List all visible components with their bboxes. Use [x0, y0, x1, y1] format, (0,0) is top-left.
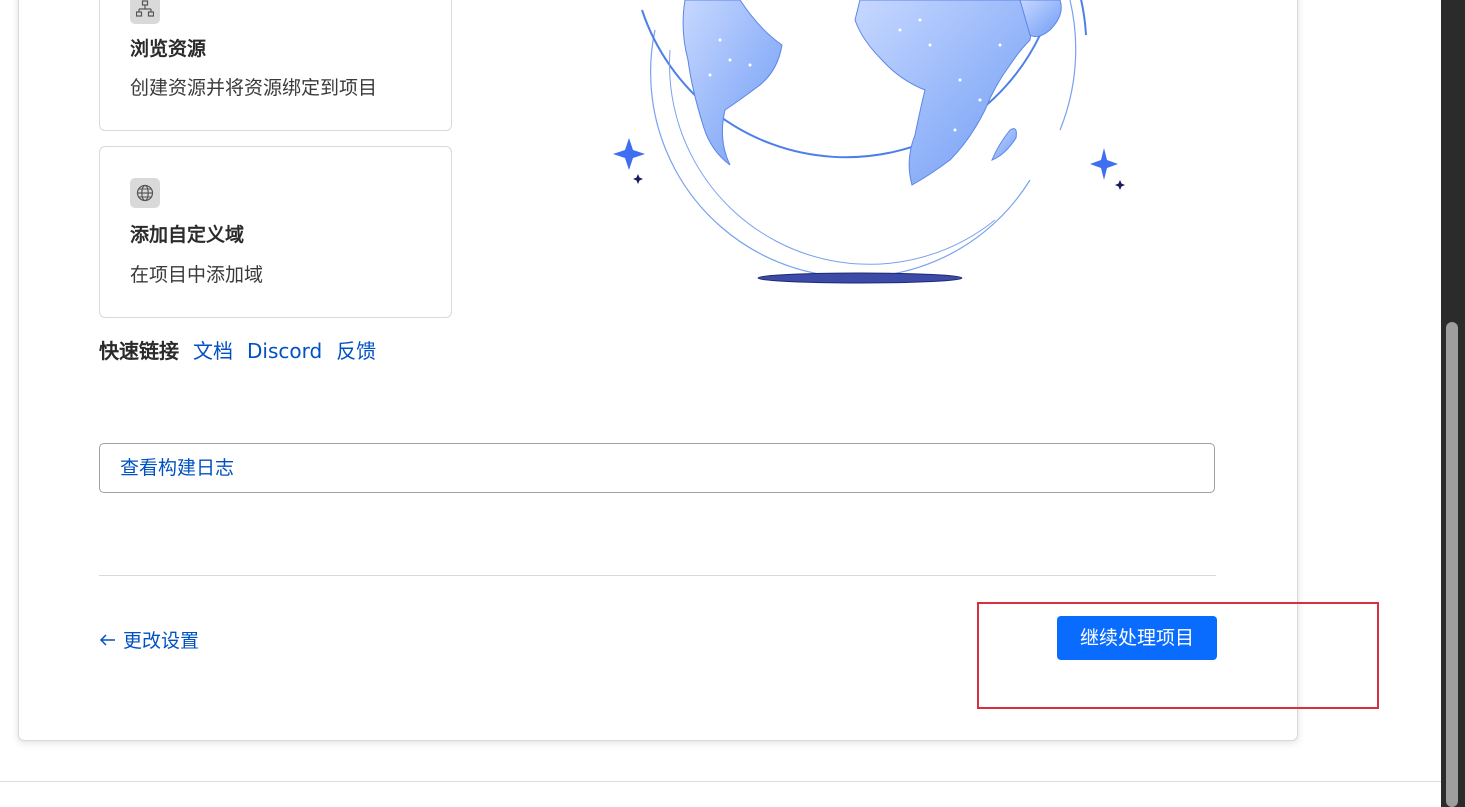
tile-add-custom-domain[interactable]: 添加自定义域 在项目中添加域: [99, 146, 452, 318]
tile-title: 添加自定义域: [130, 224, 245, 246]
quick-links: 快速链接 文档 Discord 反馈: [99, 335, 376, 364]
quick-links-label: 快速链接: [99, 339, 179, 363]
scrollbar-thumb[interactable]: [1446, 322, 1458, 807]
divider: [99, 575, 1216, 576]
page: 浏览资源 创建资源并将资源绑定到项目 添加自定义域 在项目中添加域 快速链接 文…: [0, 0, 1465, 807]
change-settings-link[interactable]: 更改设置: [99, 626, 199, 653]
tile-title: 浏览资源: [130, 38, 207, 60]
network-icon: [130, 0, 160, 24]
tile-description: 创建资源并将资源绑定到项目: [130, 77, 378, 99]
tile-browse-resources[interactable]: 浏览资源 创建资源并将资源绑定到项目: [99, 0, 452, 131]
tile-description: 在项目中添加域: [130, 264, 264, 286]
footer-divider: [0, 781, 1441, 782]
discord-link[interactable]: Discord: [247, 339, 322, 363]
docs-link[interactable]: 文档: [193, 335, 233, 364]
feedback-link[interactable]: 反馈: [336, 335, 376, 364]
arrow-left-icon: [99, 633, 115, 646]
change-settings-label: 更改设置: [123, 630, 200, 652]
globe-illustration: [613, 0, 1125, 284]
globe-icon: [130, 178, 160, 208]
view-build-log-button[interactable]: 查看构建日志: [99, 443, 1215, 493]
highlight-box: [977, 602, 1379, 709]
